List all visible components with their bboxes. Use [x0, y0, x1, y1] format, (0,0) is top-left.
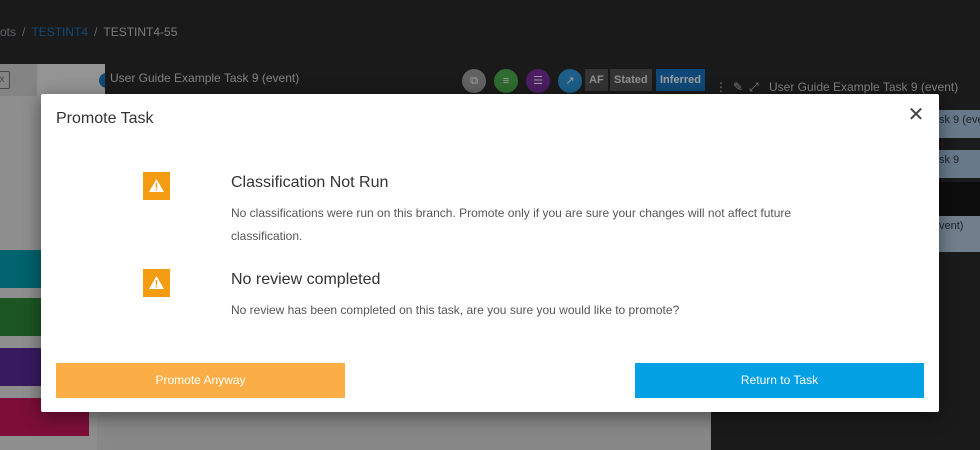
- promote-task-dialog: Promote Task ✕ Classification Not Run No…: [41, 94, 939, 412]
- dialog-title: Promote Task: [56, 110, 154, 127]
- promote-anyway-button[interactable]: Promote Anyway: [56, 363, 345, 398]
- warning-title: Classification Not Run: [231, 174, 389, 191]
- return-to-task-button[interactable]: Return to Task: [635, 363, 924, 398]
- warning-icon: [143, 269, 170, 297]
- warning-icon: [143, 172, 170, 200]
- warning-message: No classifications were run on this bran…: [231, 206, 792, 243]
- warning-title: No review completed: [231, 271, 381, 288]
- warning-message: No review has been completed on this tas…: [231, 303, 680, 317]
- close-icon[interactable]: ✕: [906, 103, 926, 127]
